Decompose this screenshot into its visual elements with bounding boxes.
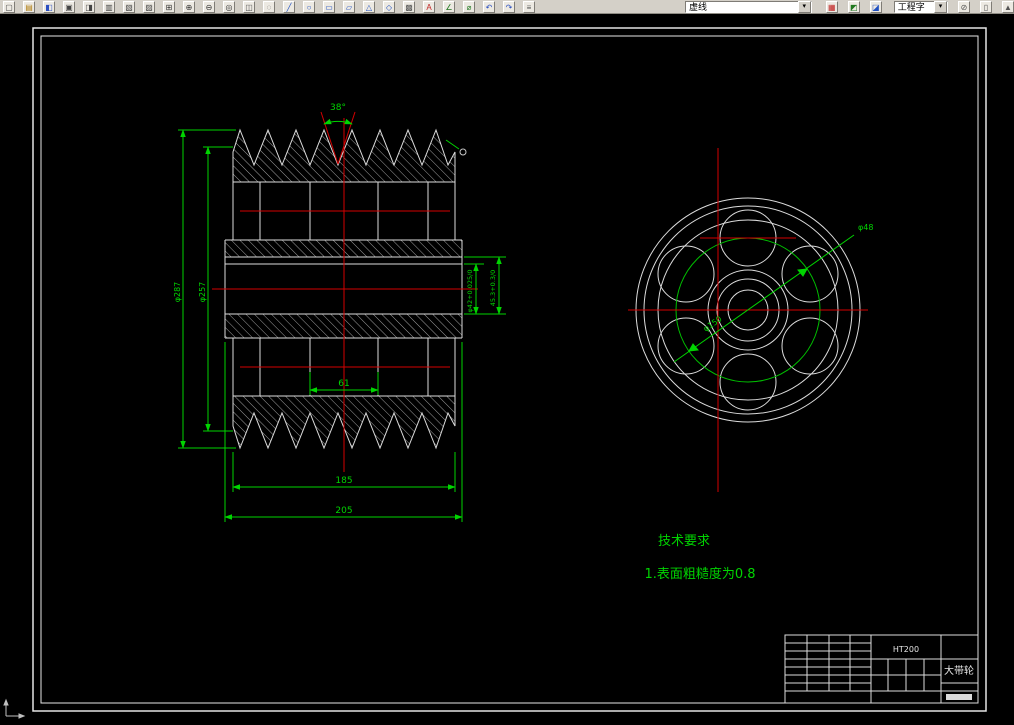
dim-width-inner-label: 185	[335, 476, 352, 486]
textstyle-combo[interactable]: 工程字 ▾	[893, 0, 948, 13]
material-label: HT200	[893, 645, 919, 654]
rectangle-tool-icon[interactable]: ▭	[323, 0, 335, 13]
pan-icon[interactable]: ◫	[243, 0, 255, 13]
spline-tool-icon[interactable]: △	[363, 0, 375, 13]
title-block-bar	[946, 694, 972, 700]
hatch-tool-icon[interactable]: ▩	[403, 0, 415, 13]
toolbar-right-group: ⊘ ▯ ▲	[958, 0, 1014, 13]
textstyle-value: 工程字	[897, 2, 925, 12]
new-file-icon[interactable]: ▢	[3, 0, 15, 13]
chevron-down-icon[interactable]: ▾	[797, 0, 811, 13]
help-icon[interactable]: ▲	[1002, 0, 1014, 13]
print-preview-icon[interactable]: ◨	[83, 0, 95, 13]
chevron-down-icon[interactable]: ▾	[934, 0, 947, 13]
open-file-icon[interactable]: ▤	[23, 0, 35, 13]
dim-width-outer-label: 205	[335, 506, 352, 516]
dim-hole-label: 61	[338, 379, 349, 389]
tech-req-line1: 1.表面粗糙度为0.8	[644, 566, 755, 582]
print-icon[interactable]: ▣	[63, 0, 75, 13]
ortho-icon[interactable]: ⊘	[958, 0, 970, 13]
paste-icon[interactable]: ▨	[143, 0, 155, 13]
layer-color-icon[interactable]: ▦	[825, 0, 838, 13]
toolbar: ▢ ▤ ◧ ▣ ◨ ▥ ▧ ▨ ⊞ ⊕ ⊖ ◎ ◫ ◌ ╱ ○ ▭ ▱ △ ◇ ▩ A ∠ ⌀ ↶ ↷ ≡ 虚线 ▾ ▦ ◩ ◪ 工程字…	[0, 0, 1014, 14]
linetype-value: 虚线	[689, 2, 708, 12]
polygon-tool-icon[interactable]: ▱	[343, 0, 355, 13]
circle-tool-icon[interactable]: ○	[303, 0, 315, 13]
line-tool-icon[interactable]: ╱	[283, 0, 295, 13]
layers-icon[interactable]: ≡	[523, 0, 535, 13]
redraw-icon[interactable]: ◌	[263, 0, 275, 13]
copy-icon[interactable]: ▧	[123, 0, 135, 13]
properties-icon[interactable]: ▯	[980, 0, 992, 13]
zoom-all-icon[interactable]: ◎	[223, 0, 235, 13]
drawing-canvas[interactable]: 38° φ287 φ257 185 205 61 φ42+0.025/0 45.…	[0, 0, 1014, 725]
tech-req-title: 技术要求	[658, 534, 710, 549]
zoom-window-icon[interactable]: ⊞	[163, 0, 175, 13]
dim-outer-dia-label: φ287	[173, 282, 182, 303]
dim-hole-dia-label: φ48	[858, 223, 873, 232]
dim-angle-label: 38°	[330, 103, 346, 113]
layer-state-icon[interactable]: ◩	[847, 0, 860, 13]
dim-keyway-label: 45.3+0.3/0	[489, 270, 497, 307]
part-name-label: 大带轮	[944, 664, 974, 677]
redo-icon[interactable]: ↷	[503, 0, 515, 13]
text-tool-icon[interactable]: A	[423, 0, 435, 13]
dim-pitch-dia-label: φ257	[198, 282, 207, 303]
point-tool-icon[interactable]: ◇	[383, 0, 395, 13]
angle-dim-icon[interactable]: ∠	[443, 0, 455, 13]
toolbar-main-group: ▢ ▤ ◧ ▣ ◨ ▥ ▧ ▨ ⊞ ⊕ ⊖ ◎ ◫ ◌ ╱ ○ ▭ ▱ △ ◇ ▩ A ∠ ⌀ ↶ ↷ ≡	[3, 0, 535, 13]
save-file-icon[interactable]: ◧	[43, 0, 55, 13]
layer-lock-icon[interactable]: ◪	[869, 0, 882, 13]
zoom-out-icon[interactable]: ⊖	[203, 0, 215, 13]
linetype-combo[interactable]: 虚线 ▾	[685, 0, 812, 13]
toolbar-layer-group: ▦ ◩ ◪	[825, 0, 882, 13]
cut-icon[interactable]: ▥	[103, 0, 115, 13]
dim-bore-label: φ42+0.025/0	[466, 270, 474, 313]
diameter-dim-icon[interactable]: ⌀	[463, 0, 475, 13]
zoom-in-icon[interactable]: ⊕	[183, 0, 195, 13]
undo-icon[interactable]: ↶	[483, 0, 495, 13]
